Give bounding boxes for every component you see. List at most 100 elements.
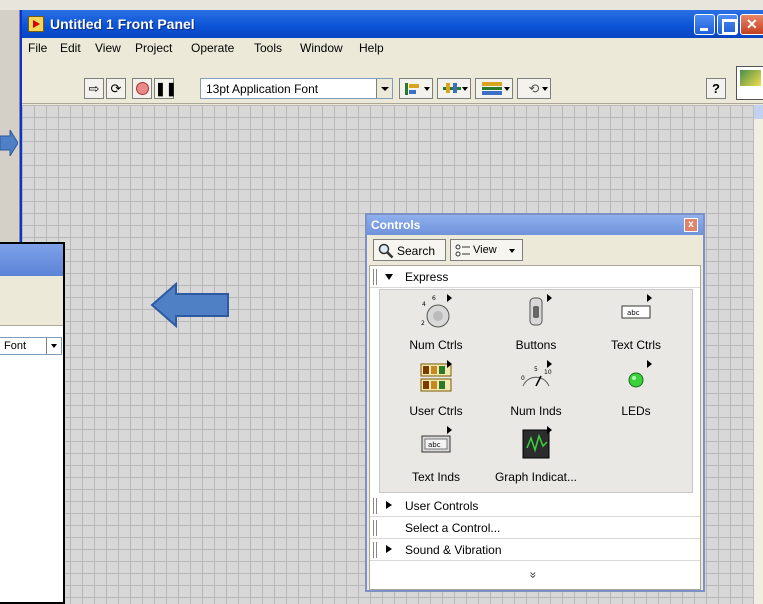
- title-bar[interactable]: Untitled 1 Front Panel: [22, 10, 763, 38]
- show-more-icon[interactable]: »: [526, 572, 540, 579]
- second-window-font-select[interactable]: Font: [0, 337, 62, 355]
- minimize-icon[interactable]: [694, 14, 715, 35]
- resize-objects-icon[interactable]: [475, 78, 513, 99]
- arrow-left-icon: [150, 282, 229, 328]
- run-icon[interactable]: ⇨: [84, 78, 104, 99]
- palette-item-user-ctrls[interactable]: User Ctrls: [386, 358, 486, 424]
- svg-text:10: 10: [544, 369, 552, 376]
- item-label: Text Inds: [411, 470, 461, 484]
- grip-icon[interactable]: [373, 269, 377, 285]
- scroll-up-icon[interactable]: [754, 105, 763, 119]
- category-label: Express: [405, 270, 449, 284]
- palette-item-num-ctrls[interactable]: 4 6 2 Num Ctrls: [386, 292, 486, 358]
- item-label: LEDs: [621, 404, 651, 418]
- item-label: Buttons: [515, 338, 557, 352]
- toggle-switch-icon: [529, 294, 552, 326]
- palette-item-num-inds[interactable]: 0 5 10 Num Inds: [486, 358, 586, 424]
- palette-content: Express 4 6 2 Num Ctrls Buttons abc Text…: [369, 265, 701, 590]
- menu-bar: File Edit View Project Operate Tools Win…: [22, 38, 763, 58]
- controls-palette: Controls x Search View Express 4 6 2 Num…: [365, 213, 705, 592]
- item-label: Text Ctrls: [610, 338, 661, 352]
- arrow-right-icon: [0, 130, 18, 156]
- express-items-grid: 4 6 2 Num Ctrls Buttons abc Text Ctrls U…: [379, 289, 693, 493]
- text-control-icon: abc: [621, 294, 652, 319]
- item-label: User Ctrls: [409, 404, 463, 418]
- palette-item-graph-indicators[interactable]: Graph Indicat...: [486, 424, 586, 490]
- search-button[interactable]: Search: [373, 239, 446, 261]
- toolbar: ⇨ ⟳ ❚❚ 13pt Application Font ⟲ ?: [22, 58, 763, 104]
- vertical-scrollbar[interactable]: [753, 105, 763, 604]
- category-sound-vibration[interactable]: Sound & Vibration: [370, 539, 700, 561]
- second-window: Font: [0, 242, 65, 604]
- text-indicator-icon: abc: [421, 426, 452, 453]
- user-controls-icon: [420, 360, 452, 392]
- pause-icon[interactable]: ❚❚: [154, 78, 177, 99]
- second-window-font-value: Font: [4, 340, 27, 352]
- expand-right-icon: [386, 545, 392, 553]
- palette-title-bar[interactable]: Controls x: [367, 215, 703, 235]
- grip-icon[interactable]: [373, 498, 377, 514]
- font-select-value: 13pt Application Font: [206, 82, 319, 96]
- expand-down-icon: [385, 274, 393, 280]
- grip-icon: [373, 520, 377, 536]
- chevron-down-icon[interactable]: [46, 338, 61, 354]
- palette-title: Controls: [371, 218, 421, 232]
- view-button[interactable]: View: [450, 239, 523, 261]
- menu-operate[interactable]: Operate: [191, 41, 234, 55]
- labview-icon: [28, 16, 44, 32]
- svg-text:abc: abc: [428, 441, 441, 449]
- expand-right-icon: [386, 501, 392, 509]
- svg-text:abc: abc: [627, 309, 640, 317]
- menu-help[interactable]: Help: [359, 41, 384, 55]
- background-window-edge: [0, 10, 20, 242]
- led-icon: [628, 360, 652, 388]
- category-express[interactable]: Express: [370, 266, 700, 288]
- grip-icon[interactable]: [373, 542, 377, 558]
- run-continuously-icon[interactable]: ⟳: [106, 78, 126, 99]
- menu-view[interactable]: View: [95, 41, 121, 55]
- menu-project[interactable]: Project: [135, 41, 172, 55]
- item-label: Num Inds: [510, 404, 562, 418]
- svg-text:2: 2: [421, 320, 425, 327]
- distribute-objects-icon[interactable]: [437, 78, 471, 99]
- select-a-control-item[interactable]: Select a Control...: [370, 517, 700, 539]
- meter-icon: 0 5 10: [521, 360, 552, 387]
- search-icon: [378, 243, 394, 259]
- font-select[interactable]: 13pt Application Font: [200, 78, 393, 99]
- second-window-title-bar[interactable]: [0, 244, 63, 276]
- palette-item-text-inds[interactable]: abc Text Inds: [386, 424, 486, 490]
- menu-file[interactable]: File: [28, 41, 47, 55]
- search-label: Search: [397, 244, 436, 258]
- close-icon[interactable]: x: [684, 218, 698, 232]
- menu-tools[interactable]: Tools: [254, 41, 282, 55]
- svg-text:4: 4: [422, 301, 426, 308]
- chevron-down-icon: [509, 249, 515, 253]
- category-label: User Controls: [405, 499, 479, 513]
- graph-icon: [522, 426, 552, 459]
- item-label: Num Ctrls: [409, 338, 463, 352]
- item-label: Select a Control...: [405, 521, 501, 535]
- palette-item-buttons[interactable]: Buttons: [486, 292, 586, 358]
- category-user-controls[interactable]: User Controls: [370, 495, 700, 517]
- chevron-down-icon[interactable]: [376, 79, 392, 98]
- palette-item-text-ctrls[interactable]: abc Text Ctrls: [586, 292, 686, 358]
- knob-icon: 4 6 2: [421, 294, 452, 328]
- menu-edit[interactable]: Edit: [60, 41, 81, 55]
- second-window-toolbar: Font: [0, 276, 63, 355]
- menu-window[interactable]: Window: [300, 41, 343, 55]
- item-label: Graph Indicat...: [494, 470, 578, 484]
- maximize-icon[interactable]: [717, 14, 738, 35]
- vi-icon-pane[interactable]: [736, 66, 763, 100]
- align-objects-icon[interactable]: [399, 78, 433, 99]
- abort-icon[interactable]: [132, 78, 152, 99]
- view-label: View: [473, 244, 497, 256]
- category-label: Sound & Vibration: [405, 543, 502, 557]
- svg-text:6: 6: [432, 295, 436, 302]
- help-button[interactable]: ?: [706, 78, 726, 99]
- reorder-icon[interactable]: ⟲: [517, 78, 551, 99]
- palette-item-leds[interactable]: LEDs: [586, 358, 686, 424]
- svg-text:5: 5: [534, 366, 538, 373]
- close-icon[interactable]: [740, 14, 763, 35]
- view-options-icon: [455, 244, 470, 257]
- svg-text:0: 0: [521, 375, 525, 382]
